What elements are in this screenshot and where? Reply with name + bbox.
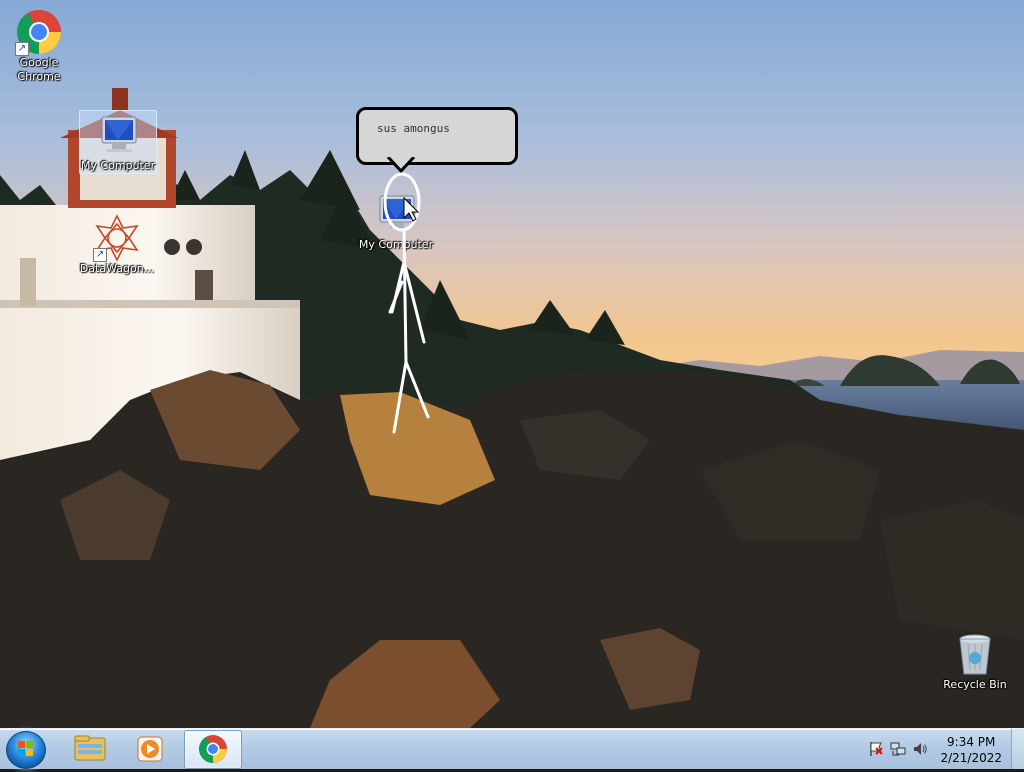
system-tray: 9:34 PM 2/21/2022 (854, 729, 1024, 769)
shortcut-arrow-icon: ↗ (15, 42, 29, 56)
datawagon-icon: ↗ (93, 214, 141, 262)
chrome-icon: ↗ (15, 8, 63, 56)
desktop-icon-label: DataWagon... (79, 262, 155, 275)
taskbar-clock[interactable]: 9:34 PM 2/21/2022 (940, 734, 1002, 766)
desktop-icon-recycle-bin[interactable]: Recycle Bin (937, 630, 1013, 692)
desktop-icon-label: My Computer (80, 159, 156, 172)
speech-bubble: sus amongus (356, 107, 518, 165)
computer-icon (94, 111, 142, 159)
action-center-flag-icon[interactable] (868, 741, 884, 757)
shortcut-arrow-icon: ↗ (93, 248, 107, 262)
desktop-icon-label: Google Chrome (17, 56, 61, 83)
clock-date: 2/21/2022 (940, 751, 1002, 765)
speech-bubble-tail (386, 157, 416, 173)
stickman-drawing (383, 172, 430, 434)
volume-icon[interactable] (912, 741, 928, 757)
recycle-bin-icon (951, 630, 999, 678)
explorer-icon (74, 735, 106, 761)
taskbar-media-player-button[interactable] (122, 730, 178, 767)
network-icon[interactable] (890, 741, 906, 757)
desktop-icon-google-chrome[interactable]: ↗ Google Chrome (1, 8, 77, 84)
speech-bubble-text: sus amongus (377, 122, 450, 135)
desktop-icon-my-computer[interactable]: My Computer (79, 110, 157, 174)
chrome-icon (199, 735, 227, 763)
desktop-icon-datawagon[interactable]: ↗ DataWagon... (79, 214, 155, 276)
taskbar: 9:34 PM 2/21/2022 (0, 728, 1024, 769)
taskbar-explorer-button[interactable] (62, 730, 118, 767)
clock-time: 9:34 PM (947, 735, 996, 749)
show-desktop-button[interactable] (1011, 729, 1024, 769)
start-orb-icon[interactable] (6, 731, 46, 769)
media-player-icon (137, 736, 163, 762)
taskbar-chrome-button[interactable] (184, 730, 242, 769)
desktop-icon-label: Recycle Bin (943, 678, 1007, 691)
